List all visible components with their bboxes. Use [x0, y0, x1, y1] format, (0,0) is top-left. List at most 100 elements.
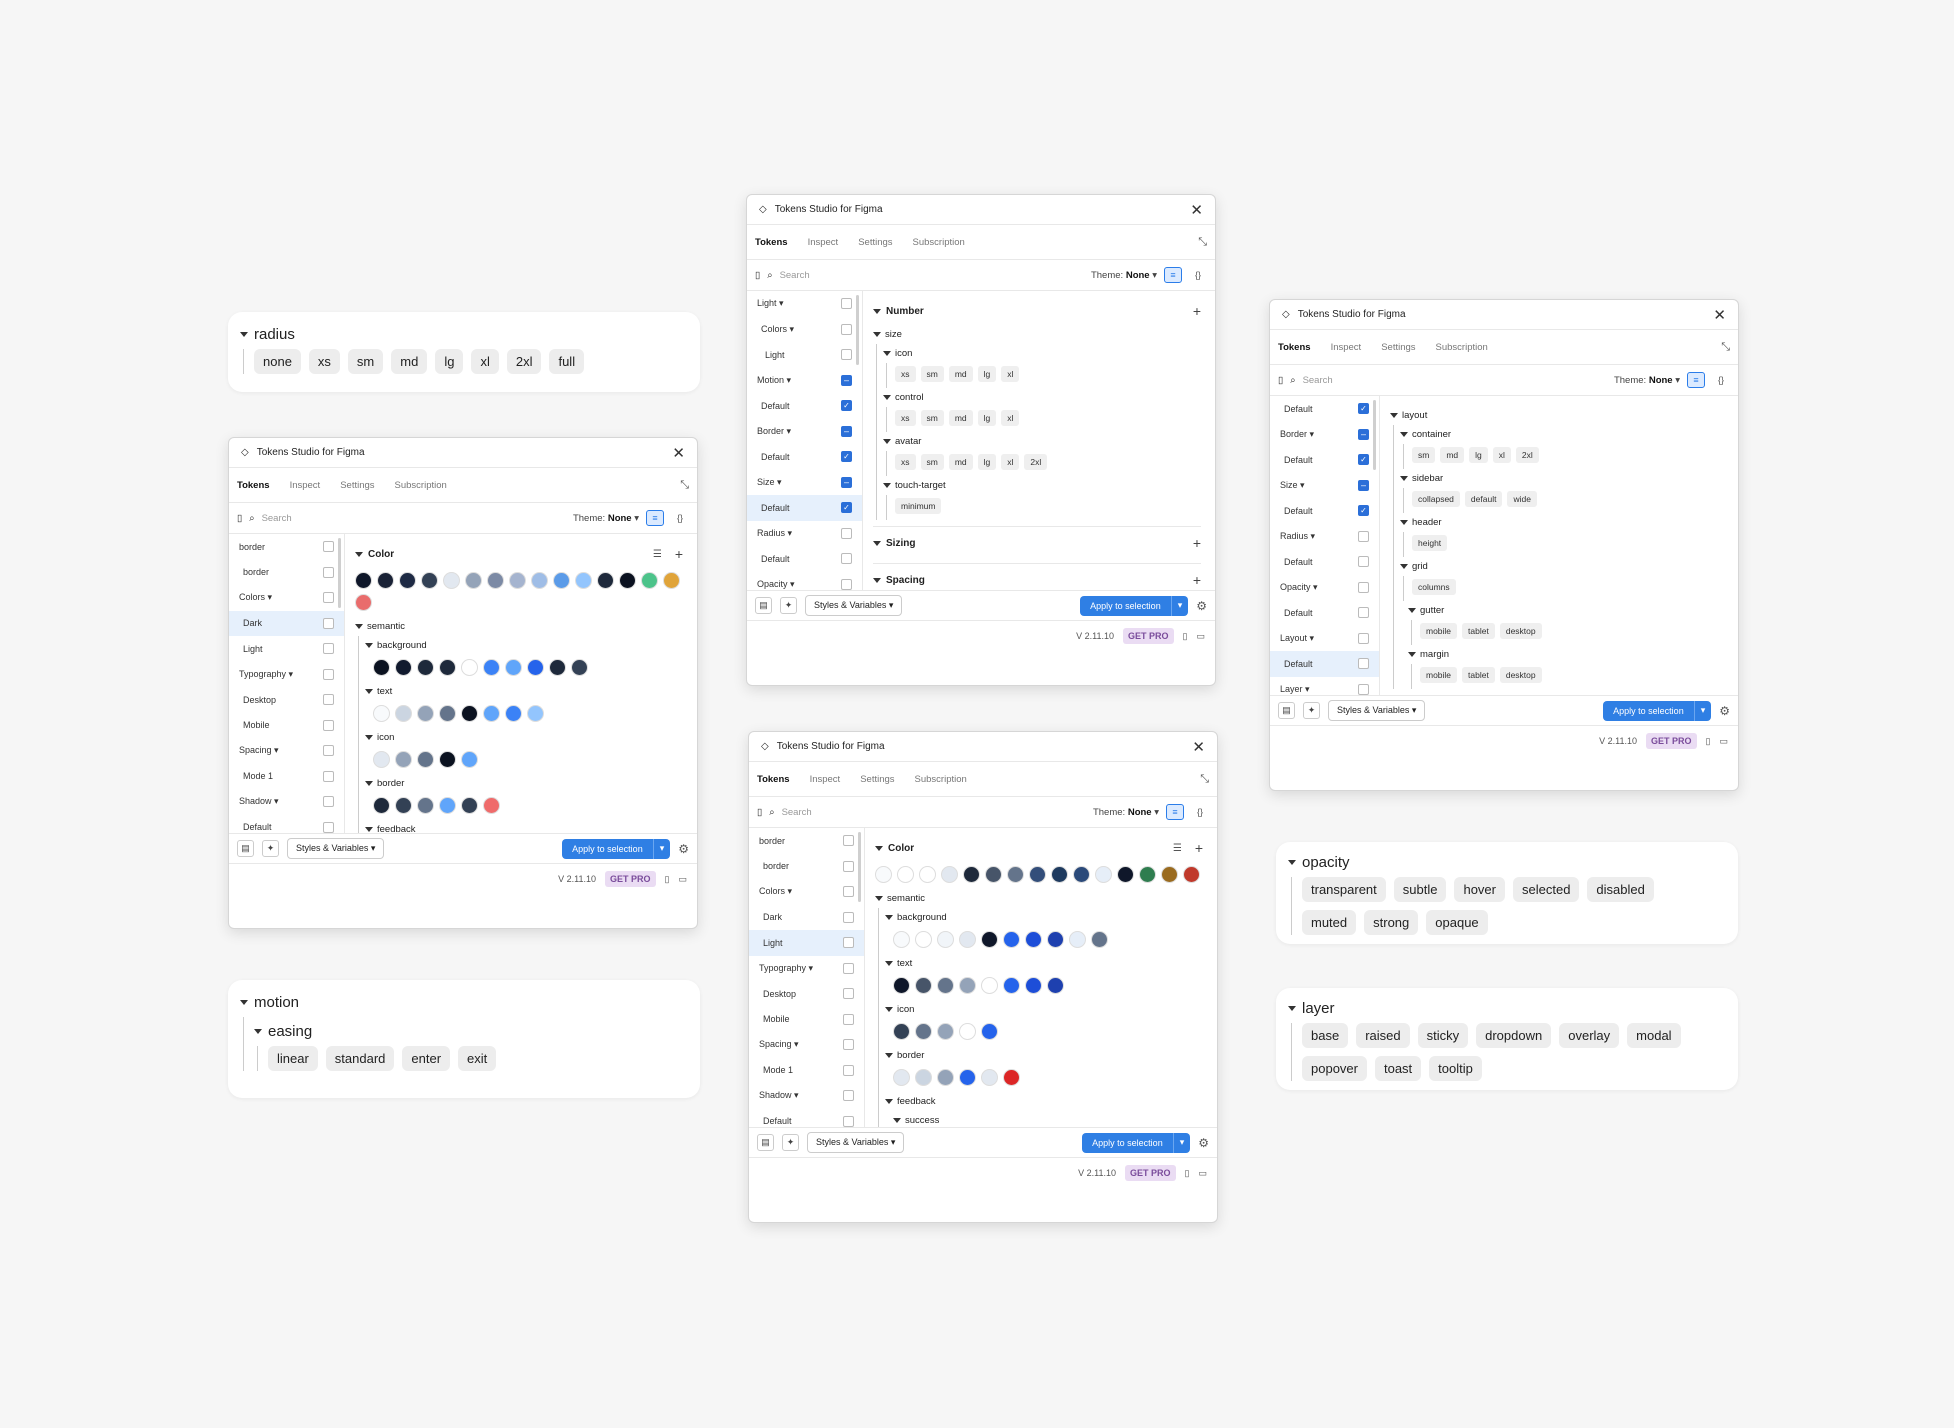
- sidebar-toggle-icon[interactable]: ▯: [237, 513, 242, 524]
- color-swatch[interactable]: [915, 1023, 932, 1040]
- chevron-down-icon[interactable]: ▾: [1693, 700, 1712, 721]
- color-swatch[interactable]: [395, 797, 412, 814]
- token-chip[interactable]: muted: [1302, 910, 1357, 935]
- add-icon[interactable]: +: [1193, 303, 1201, 319]
- get-pro-badge[interactable]: GET PRO: [1125, 1165, 1176, 1181]
- token-group-header[interactable]: sidebar: [1400, 469, 1724, 488]
- token-set-checkbox[interactable]: –: [841, 476, 852, 488]
- color-swatch[interactable]: [575, 572, 592, 589]
- token-set-checkbox[interactable]: ✓: [841, 400, 852, 412]
- color-swatch[interactable]: [395, 705, 412, 722]
- token-group-header[interactable]: margin: [1400, 645, 1724, 664]
- sidebar-item[interactable]: Mobile: [229, 713, 344, 739]
- sidebar-item[interactable]: Light: [749, 930, 864, 956]
- token-set-checkbox[interactable]: [843, 1013, 854, 1025]
- token-set-checkbox[interactable]: [843, 886, 854, 898]
- sidebar-item[interactable]: Default: [749, 1109, 864, 1128]
- token-chip[interactable]: md: [948, 366, 973, 382]
- sidebar-item[interactable]: Default: [1270, 549, 1379, 575]
- apply-to-selection-button[interactable]: Apply to selection ▾: [1082, 1132, 1191, 1153]
- token-set-checkbox[interactable]: –: [841, 374, 852, 386]
- token-chip[interactable]: default: [1464, 491, 1503, 507]
- token-set-checkbox[interactable]: [323, 643, 334, 655]
- tab-inspect[interactable]: Inspect: [1331, 342, 1362, 353]
- scrollbar[interactable]: [1373, 400, 1376, 470]
- token-chip[interactable]: lg: [1469, 447, 1488, 463]
- add-icon[interactable]: +: [675, 546, 683, 562]
- token-set-checkbox[interactable]: [1358, 658, 1369, 670]
- apply-to-selection-button[interactable]: Apply to selection ▾: [562, 838, 671, 859]
- token-chip[interactable]: xl: [1001, 366, 1020, 382]
- color-swatch[interactable]: [373, 751, 390, 768]
- color-swatch[interactable]: [1047, 977, 1064, 994]
- token-group-header[interactable]: avatar: [883, 432, 1201, 451]
- color-swatch[interactable]: [937, 931, 954, 948]
- color-group-header[interactable]: background: [365, 636, 683, 655]
- get-pro-badge[interactable]: GET PRO: [1123, 628, 1174, 644]
- token-set-checkbox[interactable]: [843, 1039, 854, 1051]
- sidebar-item[interactable]: Desktop: [229, 687, 344, 713]
- chevron-down-icon[interactable]: ▾: [652, 838, 671, 859]
- docs-icon[interactable]: ▯: [1706, 736, 1711, 747]
- section-header[interactable]: Spacing +: [873, 566, 1201, 590]
- token-set-checkbox[interactable]: [1358, 632, 1369, 644]
- token-chip[interactable]: lg: [435, 349, 464, 374]
- feedback-icon[interactable]: ▭: [1196, 631, 1205, 642]
- list-view-icon[interactable]: ≡: [1166, 804, 1184, 820]
- color-swatch[interactable]: [981, 1023, 998, 1040]
- token-set-checkbox[interactable]: [1358, 581, 1369, 593]
- gear-icon[interactable]: ⚙: [1196, 599, 1207, 613]
- token-chip[interactable]: desktop: [1499, 667, 1542, 683]
- token-chip[interactable]: xs: [895, 410, 916, 426]
- color-swatch[interactable]: [1161, 866, 1178, 883]
- sidebar-item[interactable]: border: [749, 854, 864, 880]
- sidebar-item[interactable]: Default: [747, 546, 862, 572]
- sidebar-item[interactable]: border: [229, 534, 344, 560]
- color-swatch[interactable]: [985, 866, 1002, 883]
- add-icon[interactable]: +: [1193, 535, 1201, 551]
- list-view-icon[interactable]: ≡: [1164, 267, 1182, 283]
- book-icon[interactable]: ▤: [755, 597, 772, 614]
- color-swatch[interactable]: [443, 572, 460, 589]
- sparkle-icon[interactable]: ✦: [1303, 702, 1320, 719]
- token-chip[interactable]: md: [948, 410, 973, 426]
- token-set-checkbox[interactable]: [323, 745, 334, 757]
- tab-tokens[interactable]: Tokens: [755, 237, 788, 248]
- color-swatch[interactable]: [355, 572, 372, 589]
- sidebar-toggle-icon[interactable]: ▯: [757, 807, 762, 818]
- minimize-icon[interactable]: ⤡: [1721, 341, 1730, 354]
- token-chip[interactable]: tooltip: [1429, 1056, 1482, 1081]
- color-swatch[interactable]: [373, 705, 390, 722]
- token-chip[interactable]: base: [1302, 1023, 1349, 1048]
- token-chip[interactable]: columns: [1412, 579, 1456, 595]
- token-set-checkbox[interactable]: [323, 541, 334, 553]
- list-view-icon[interactable]: ≡: [646, 510, 664, 526]
- gear-icon[interactable]: ⚙: [678, 842, 689, 856]
- opacity-group-header[interactable]: opacity: [1288, 854, 1726, 871]
- color-group-header[interactable]: feedback: [365, 820, 683, 833]
- section-header[interactable]: Sizing +: [873, 529, 1201, 557]
- color-swatch[interactable]: [483, 659, 500, 676]
- color-swatch[interactable]: [417, 797, 434, 814]
- color-swatch[interactable]: [915, 1069, 932, 1086]
- motion-group-header[interactable]: motion: [240, 994, 688, 1011]
- color-swatch[interactable]: [417, 659, 434, 676]
- color-swatch[interactable]: [377, 572, 394, 589]
- json-view-icon[interactable]: {}: [671, 510, 689, 526]
- tab-tokens[interactable]: Tokens: [237, 480, 270, 491]
- color-swatch[interactable]: [553, 572, 570, 589]
- theme-selector[interactable]: Theme: None ▾: [1614, 375, 1680, 386]
- token-chip[interactable]: opaque: [1426, 910, 1488, 935]
- sidebar-item[interactable]: Light ▾: [747, 291, 862, 317]
- token-set-checkbox[interactable]: ✓: [1358, 505, 1369, 517]
- sidebar-item[interactable]: Default ✓: [1270, 498, 1379, 524]
- token-set-checkbox[interactable]: [323, 694, 334, 706]
- token-chip[interactable]: xs: [895, 366, 916, 382]
- token-chip[interactable]: popover: [1302, 1056, 1367, 1081]
- color-group-header[interactable]: success: [885, 1111, 1203, 1127]
- color-swatch[interactable]: [509, 572, 526, 589]
- token-chip[interactable]: transparent: [1302, 877, 1386, 902]
- token-set-checkbox[interactable]: –: [1358, 428, 1369, 440]
- sidebar-item[interactable]: Colors ▾: [229, 585, 344, 611]
- color-group-header[interactable]: icon: [365, 728, 683, 747]
